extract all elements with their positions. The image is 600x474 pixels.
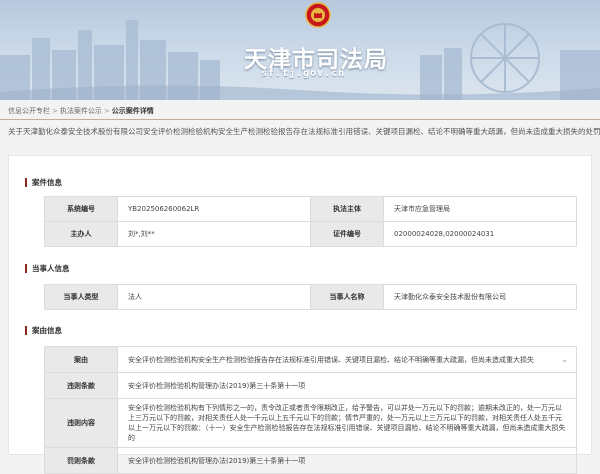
label-case-reason: 案由 bbox=[44, 346, 118, 373]
value-system-number: YB202506260062LR bbox=[117, 196, 311, 222]
case-info-table: 系统编号 YB202506260062LR 执法主体 天津市应急管理局 主办人 … bbox=[44, 196, 577, 247]
table-row: 案由 安全评价检测检验机构安全生产检测检验报告存在法规标准引用错误、关键项目漏检… bbox=[44, 346, 577, 373]
value-enforcement-body: 天津市应急管理局 bbox=[383, 196, 577, 222]
chevron-down-icon[interactable]: ⌄ bbox=[561, 355, 568, 365]
label-enforcement-body: 执法主体 bbox=[310, 196, 384, 222]
breadcrumb-item-current: 公示案件详情 bbox=[111, 107, 154, 115]
value-officer: 刘*,刘** bbox=[117, 221, 311, 247]
breadcrumb: 信息公开专栏 > 执法案件公示 > 公示案件详情 bbox=[8, 106, 154, 116]
case-reason-text: 安全评价检测检验机构安全生产检测检验报告存在法规标准引用错误、关键项目漏检、结论… bbox=[128, 355, 534, 364]
table-row: 违则条款 安全评价检测检验机构管理办法(2019)第三十条第十一项 bbox=[44, 372, 577, 399]
label-violated-clause: 违则条款 bbox=[44, 372, 118, 399]
label-party-name: 当事人名称 bbox=[310, 284, 384, 310]
breadcrumb-item-info-column[interactable]: 信息公开专栏 bbox=[8, 107, 50, 115]
label-officer: 主办人 bbox=[44, 221, 118, 247]
label-system-number: 系统编号 bbox=[44, 196, 118, 222]
divider bbox=[0, 119, 600, 120]
section-title-party-info: 当事人信息 bbox=[25, 264, 70, 273]
table-row: 主办人 刘*,刘** 证件编号 02000024028,02000024031 bbox=[44, 221, 577, 247]
table-row: 罚则条款 安全评价检测检验机构管理办法(2019)第三十条第十一项 bbox=[44, 447, 577, 474]
site-banner: 天津市司法局 sf.tj.gov.cn bbox=[0, 0, 600, 100]
value-violated-clause: 安全评价检测检验机构管理办法(2019)第三十条第十一项 bbox=[117, 372, 577, 399]
table-row: 系统编号 YB202506260062LR 执法主体 天津市应急管理局 bbox=[44, 196, 577, 222]
case-headline: 关于天津勤化众泰安全技术股份有限公司安全评价检测检验机构安全生产检测检验报告存在… bbox=[8, 127, 600, 136]
value-party-type: 法人 bbox=[117, 284, 311, 310]
label-penalty-clause: 罚则条款 bbox=[44, 447, 118, 474]
national-emblem-icon bbox=[305, 2, 331, 28]
value-penalty-clause: 安全评价检测检验机构管理办法(2019)第三十条第十一项 bbox=[117, 447, 577, 474]
label-certificate-number: 证件编号 bbox=[310, 221, 384, 247]
case-detail-card: 案件信息 系统编号 YB202506260062LR 执法主体 天津市应急管理局… bbox=[8, 155, 592, 474]
breadcrumb-separator-icon: > bbox=[103, 107, 110, 115]
breadcrumb-item-case-publicity[interactable]: 执法案件公示 bbox=[60, 107, 102, 115]
section-title-case-info: 案件信息 bbox=[25, 178, 62, 187]
table-row: 违则内容 安全评价检测检验机构有下列情形之一的，责令改正或者责令限期改正，给予警… bbox=[44, 398, 577, 448]
site-domain: sf.tj.gov.cn bbox=[261, 68, 346, 79]
party-info-table: 当事人类型 法人 当事人名称 天津勤化众泰安全技术股份有限公司 bbox=[44, 284, 577, 310]
table-row: 当事人类型 法人 当事人名称 天津勤化众泰安全技术股份有限公司 bbox=[44, 284, 577, 310]
value-certificate-number: 02000024028,02000024031 bbox=[383, 221, 577, 247]
breadcrumb-separator-icon: > bbox=[52, 107, 58, 115]
value-party-name: 天津勤化众泰安全技术股份有限公司 bbox=[383, 284, 577, 310]
value-violation-content: 安全评价检测检验机构有下列情形之一的，责令改正或者责令限期改正，给予警告，可以并… bbox=[117, 398, 577, 448]
section-title-details: 案由信息 bbox=[25, 326, 62, 335]
value-case-reason[interactable]: 安全评价检测检验机构安全生产检测检验报告存在法规标准引用错误、关键项目漏检、结论… bbox=[117, 346, 577, 373]
label-violation-content: 违则内容 bbox=[44, 398, 118, 448]
case-details-table: 案由 安全评价检测检验机构安全生产检测检验报告存在法规标准引用错误、关键项目漏检… bbox=[44, 346, 577, 474]
label-party-type: 当事人类型 bbox=[44, 284, 118, 310]
